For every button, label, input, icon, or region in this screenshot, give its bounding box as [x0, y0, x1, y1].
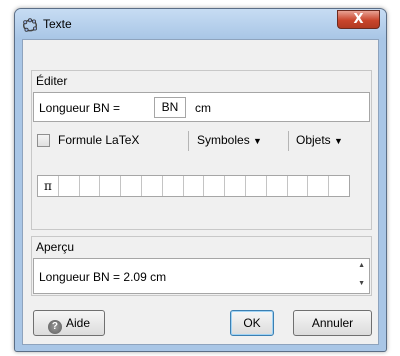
symbol-cell[interactable] — [246, 176, 267, 196]
toolbar-separator — [188, 131, 189, 151]
editor-unit-text: cm — [195, 101, 211, 115]
scroll-up-icon[interactable]: ▲ — [358, 262, 365, 269]
symbols-menu[interactable]: Symboles ▼ — [197, 133, 262, 147]
edit-group-label: Éditer — [36, 74, 68, 88]
cancel-button[interactable]: Annuler — [293, 310, 372, 336]
symbol-cell[interactable] — [163, 176, 184, 196]
help-button[interactable]: ? Aide — [33, 310, 105, 336]
help-icon: ? — [47, 320, 62, 334]
latex-checkbox-label[interactable]: Formule LaTeX — [58, 133, 139, 147]
scroll-down-icon[interactable]: ▼ — [358, 280, 365, 287]
close-icon: X — [353, 12, 364, 27]
geogebra-icon — [22, 18, 38, 32]
latex-checkbox[interactable] — [37, 134, 50, 147]
dialog-body: Éditer Longueur BN = BN cm Formule LaTeX… — [22, 39, 379, 345]
symbol-cell[interactable] — [204, 176, 226, 196]
symbol-cell[interactable] — [267, 176, 288, 196]
symbol-cell[interactable] — [80, 176, 101, 196]
objects-menu-label: Objets — [296, 133, 331, 147]
title-bar[interactable]: Texte X — [15, 9, 386, 39]
preview-group: Aperçu Longueur BN = 2.09 cm ▲ ▼ — [31, 236, 372, 296]
window-title: Texte — [43, 17, 72, 31]
chevron-down-icon: ▼ — [334, 136, 343, 146]
symbol-cell[interactable] — [142, 176, 163, 196]
close-button[interactable]: X — [337, 10, 380, 29]
ok-button[interactable]: OK — [230, 310, 274, 336]
objects-menu[interactable]: Objets ▼ — [296, 133, 343, 147]
symbol-cell[interactable] — [225, 176, 246, 196]
toolbar-separator — [288, 131, 289, 151]
preview-text: Longueur BN = 2.09 cm — [39, 270, 167, 284]
editor-static-text: Longueur BN = — [39, 101, 121, 115]
dialog-window: Texte X Éditer Longueur BN = BN cm Formu… — [14, 8, 387, 352]
chevron-down-icon: ▼ — [253, 136, 262, 146]
quick-symbols-bar: π — [37, 175, 350, 197]
symbol-cell[interactable] — [100, 176, 122, 196]
symbols-menu-label: Symboles — [197, 133, 250, 147]
symbol-cell[interactable] — [59, 176, 80, 196]
dynamic-object-chip[interactable]: BN — [154, 97, 186, 118]
symbol-cell[interactable] — [329, 176, 349, 196]
edit-group: Éditer Longueur BN = BN cm Formule LaTeX… — [31, 70, 372, 230]
preview-group-label: Aperçu — [36, 240, 75, 254]
text-editor[interactable]: Longueur BN = BN cm — [33, 92, 370, 122]
symbol-cell[interactable] — [121, 176, 142, 196]
symbol-cell-pi[interactable]: π — [38, 176, 59, 196]
symbol-cell[interactable] — [308, 176, 330, 196]
symbol-cell[interactable] — [288, 176, 309, 196]
help-button-label: Aide — [65, 316, 91, 330]
editor-toolbar: Formule LaTeX Symboles ▼ Objets ▼ — [33, 128, 370, 152]
preview-area: Longueur BN = 2.09 cm ▲ ▼ — [33, 258, 370, 294]
symbol-cell[interactable] — [184, 176, 205, 196]
